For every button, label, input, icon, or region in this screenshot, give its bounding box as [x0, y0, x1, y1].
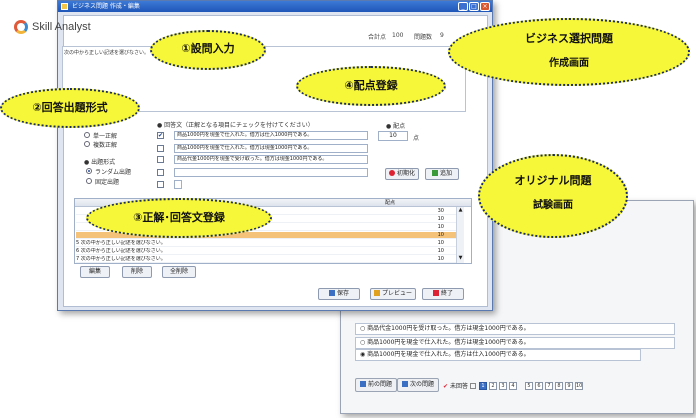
points-unit: 点 [413, 135, 420, 142]
page-button[interactable]: 5 [525, 382, 533, 390]
app-icon [61, 3, 68, 10]
page-button[interactable]: 2 [489, 382, 497, 390]
page-button[interactable]: 10 [575, 382, 583, 390]
prev-icon [360, 381, 366, 387]
callout-answer-format: ②回答出題形式 [0, 84, 140, 130]
row-points: 10 [437, 224, 444, 230]
total-points-label: 合計点 [368, 34, 387, 41]
random-label: ランダム出題 [95, 169, 132, 176]
next-question-button[interactable]: 次の問題 [397, 378, 440, 392]
answered-checkbox[interactable] [469, 383, 476, 389]
exam-option-text: 商品1000円を現金で仕入れた。借方は仕入1000円である。 [367, 351, 530, 358]
question-list-row[interactable]: 5 次の中から正しい記述を選びなさい。 10 [76, 240, 456, 247]
exam-option-text: 商品1000円を現金で仕入れた。借方は現金1000円である。 [367, 339, 530, 346]
save-icon [328, 290, 335, 296]
title-bar: ビジネス問題 作成・編集 _ □ × [58, 1, 492, 12]
logo-icon [14, 20, 28, 34]
callout-exam-screen: オリジナル問題 試験画面 [478, 150, 628, 242]
answer-input-3[interactable]: 商品代金1000円を現金で受け取った。借方は現金1000円である。 [174, 155, 368, 164]
exam-option-1[interactable]: ○ 商品代金1000円を受け取った。借方は現金1000円である。 [355, 323, 675, 335]
next-icon [402, 381, 408, 387]
exam-option-text: 商品代金1000円を受け取った。借方は現金1000円である。 [367, 325, 530, 332]
answered-indicator: ✔ 未回答 [443, 381, 476, 390]
page-button[interactable]: 4 [509, 382, 517, 390]
points-label: ● 配点 [386, 123, 406, 130]
answer-checkbox-4[interactable] [157, 169, 164, 176]
callout-question-input: ①設問入力 [150, 26, 266, 72]
minimize-button[interactable]: _ [458, 2, 468, 11]
check-icon: ✔ [443, 383, 449, 390]
scroll-up-icon[interactable]: ▲ [457, 207, 464, 214]
answer-section-label: ● 回答文（正解となる項目にチェックを付けてください） [157, 122, 314, 129]
page-button[interactable]: 8 [555, 382, 563, 390]
save-button[interactable]: 保存 [318, 288, 360, 300]
delete-all-button[interactable]: 全削除 [162, 266, 196, 278]
row-points: 10 [437, 256, 444, 262]
answer-checkbox-5[interactable] [157, 181, 164, 188]
reset-icon [388, 170, 395, 176]
preview-icon [373, 290, 380, 296]
row-text: 7 次の中から正しい記述を選びなさい。 [76, 256, 166, 262]
question-text: 次の中から正しい記述を選びなさい。 [64, 50, 150, 56]
row-points: 30 [437, 208, 444, 214]
question-list-row[interactable]: 6 次の中から正しい記述を選びなさい。 10 [76, 248, 456, 255]
row-points: 10 [437, 232, 444, 238]
prev-question-button[interactable]: 前の問題 [355, 378, 398, 392]
question-format-label: ● 出題形式 [84, 159, 116, 166]
callout-answer-registration: ③正解･回答文登録 [86, 196, 272, 240]
page-button[interactable]: 6 [535, 382, 543, 390]
answer-checkbox-2[interactable] [157, 145, 164, 152]
init-button[interactable]: 初期化 [385, 168, 419, 180]
page-button[interactable]: 7 [545, 382, 553, 390]
delete-button[interactable]: 削除 [122, 266, 152, 278]
exam-option-2[interactable]: ○ 商品1000円を現金で仕入れた。借方は現金1000円である。 [355, 337, 675, 349]
answer-checkbox-1[interactable]: ✔ [157, 132, 164, 139]
window-title: ビジネス問題 作成・編集 [72, 3, 140, 10]
answer-input-2[interactable]: 商品1000円を現金で仕入れた。借方は現金1000円である。 [174, 144, 368, 153]
callout-points: ④配点登録 [296, 64, 446, 108]
preview-button[interactable]: プレビュー [370, 288, 416, 300]
logo-text: Skill Analyst [32, 21, 91, 33]
exit-button[interactable]: 終了 [422, 288, 464, 300]
page-button[interactable]: 1 [479, 382, 487, 390]
single-answer-radio[interactable] [84, 132, 90, 138]
exit-icon [432, 290, 439, 296]
close-button[interactable]: × [480, 2, 490, 11]
multi-answer-label: 複数正解 [93, 142, 118, 149]
list-header-points: 配点 [385, 200, 396, 206]
add-button[interactable]: 追加 [425, 168, 459, 180]
scroll-down-icon[interactable]: ▼ [457, 255, 464, 262]
row-points: 10 [437, 248, 444, 254]
page-button[interactable]: 9 [565, 382, 573, 390]
question-count-value: 9 [440, 32, 444, 39]
question-count-label: 問題数 [414, 34, 433, 41]
edit-button[interactable]: 編集 [80, 266, 110, 278]
row-points: 10 [437, 216, 444, 222]
row-text: 5 次の中から正しい記述を選びなさい。 [76, 240, 166, 246]
random-radio[interactable] [86, 168, 92, 174]
maximize-button[interactable]: □ [469, 2, 479, 11]
points-input[interactable]: 10 [378, 131, 408, 141]
answer-checkbox-3[interactable] [157, 156, 164, 163]
list-scrollbar[interactable]: ▲ ▼ [456, 207, 464, 263]
total-points-value: 100 [392, 32, 404, 39]
fixed-label: 固定出題 [95, 179, 120, 186]
fixed-radio[interactable] [86, 178, 92, 184]
answer-input-4[interactable] [174, 168, 368, 177]
row-points: 10 [437, 240, 444, 246]
callout-business-editor: ビジネス選択問題 作成画面 [448, 14, 690, 90]
page-button[interactable]: 3 [499, 382, 507, 390]
single-answer-label: 単一正解 [93, 133, 118, 140]
multi-answer-radio[interactable] [84, 141, 90, 147]
answer-input-1[interactable]: 商品1000円を現金で仕入れた。借方は仕入1000円である。 [174, 131, 368, 140]
exam-option-3[interactable]: ◉ 商品1000円を現金で仕入れた。借方は仕入1000円である。 [355, 349, 641, 361]
row-text: 6 次の中から正しい記述を選びなさい。 [76, 248, 166, 254]
plus-icon [431, 170, 438, 176]
question-list-row[interactable]: 7 次の中から正しい記述を選びなさい。 10 [76, 256, 456, 263]
answer-input-5[interactable] [174, 180, 182, 189]
